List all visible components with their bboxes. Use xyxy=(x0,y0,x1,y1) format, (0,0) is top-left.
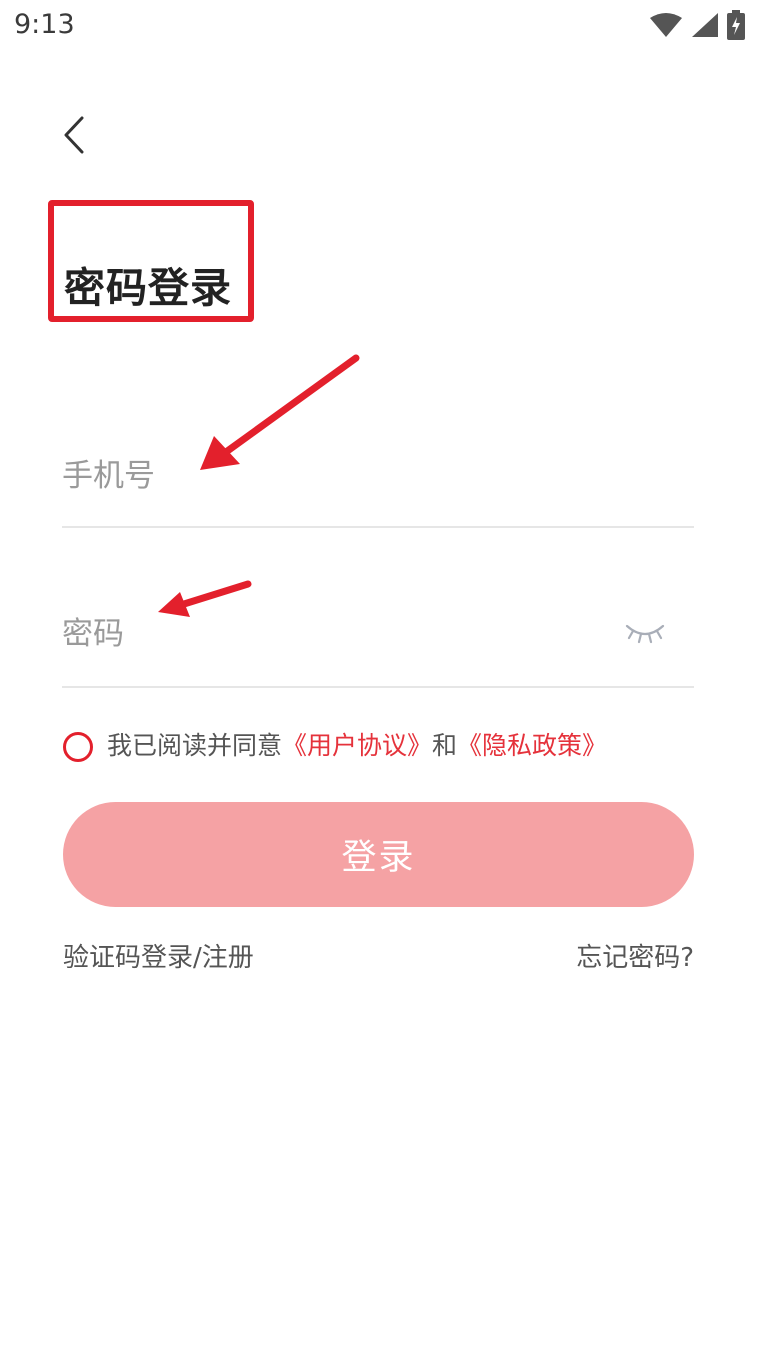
password-input[interactable] xyxy=(62,604,602,664)
agreement-prefix: 我已阅读并同意 xyxy=(107,731,283,760)
forgot-password-link[interactable]: 忘记密码? xyxy=(576,940,694,976)
login-button[interactable]: 登录 xyxy=(63,802,694,907)
battery-charging-icon xyxy=(727,10,745,40)
privacy-policy-link[interactable]: 《隐私政策》 xyxy=(457,731,607,760)
phone-input[interactable] xyxy=(62,446,694,506)
agreement-radio[interactable] xyxy=(63,732,93,762)
chevron-left-icon xyxy=(64,116,84,154)
phone-divider xyxy=(62,526,694,528)
password-visibility-toggle[interactable] xyxy=(624,620,666,646)
sms-login-link[interactable]: 验证码登录/注册 xyxy=(63,940,254,976)
back-button[interactable] xyxy=(58,112,94,158)
eye-closed-icon xyxy=(625,624,665,644)
agreement-conjunction: 和 xyxy=(432,731,458,760)
user-agreement-link[interactable]: 《用户协议》 xyxy=(282,731,432,760)
status-icons xyxy=(649,10,745,40)
title-highlight-box xyxy=(48,200,254,322)
password-divider xyxy=(62,686,694,688)
wifi-icon xyxy=(650,13,682,37)
agreement-text: 我已阅读并同意《用户协议》和《隐私政策》 xyxy=(107,729,607,763)
signal-icon xyxy=(692,13,718,37)
status-time: 9:13 xyxy=(14,9,75,40)
